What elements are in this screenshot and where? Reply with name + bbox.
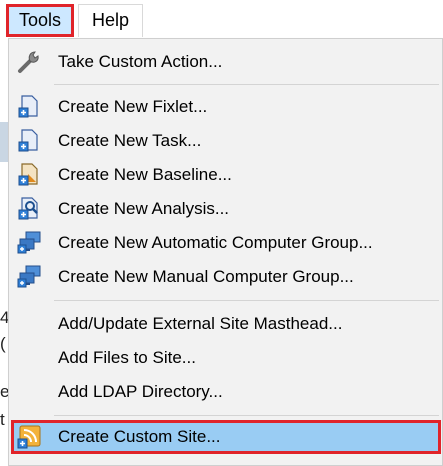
menu-item-create-new-baseline[interactable]: Create New Baseline... bbox=[11, 158, 441, 192]
menu-separator bbox=[54, 300, 439, 301]
menu-item-add-files-to-site[interactable]: Add Files to Site... bbox=[11, 341, 441, 375]
menu-tools[interactable]: Tools bbox=[6, 4, 74, 37]
background-text-fragment: t bbox=[0, 410, 5, 429]
menu-item-create-new-fixlet[interactable]: Create New Fixlet... bbox=[11, 90, 441, 124]
computer-group-icon bbox=[16, 264, 42, 290]
menu-separator bbox=[54, 415, 439, 416]
menu-item-label: Create New Task... bbox=[58, 131, 202, 150]
menu-bar: Tools Help bbox=[0, 0, 443, 38]
menu-item-create-manual-computer-group[interactable]: Create New Manual Computer Group... bbox=[11, 260, 441, 294]
fixlet-icon bbox=[16, 94, 42, 120]
computer-group-icon bbox=[16, 230, 42, 256]
menu-item-label: Take Custom Action... bbox=[58, 52, 223, 71]
menu-item-label: Create New Fixlet... bbox=[58, 97, 208, 116]
task-icon bbox=[16, 128, 42, 154]
baseline-icon bbox=[16, 162, 42, 188]
analysis-icon bbox=[16, 196, 42, 222]
wrench-icon bbox=[16, 49, 42, 75]
menu-item-create-custom-site[interactable]: Create Custom Site... bbox=[11, 420, 441, 454]
tools-dropdown-menu: Take Custom Action... Create New Fixlet.… bbox=[8, 38, 443, 466]
menu-item-label: Create New Baseline... bbox=[58, 165, 232, 184]
menu-item-label: Create New Manual Computer Group... bbox=[58, 267, 354, 286]
menu-item-label: Add/Update External Site Masthead... bbox=[58, 314, 343, 333]
menu-item-label: Add Files to Site... bbox=[58, 348, 196, 367]
menu-item-take-custom-action[interactable]: Take Custom Action... bbox=[11, 45, 441, 79]
menu-help[interactable]: Help bbox=[78, 4, 143, 37]
menu-item-label: Create New Analysis... bbox=[58, 199, 230, 218]
menu-item-create-new-analysis[interactable]: Create New Analysis... bbox=[11, 192, 441, 226]
menu-item-label: Add LDAP Directory... bbox=[58, 382, 223, 401]
menu-item-label: Create New Automatic Computer Group... bbox=[58, 233, 373, 252]
menu-item-create-automatic-computer-group[interactable]: Create New Automatic Computer Group... bbox=[11, 226, 441, 260]
menu-item-label: Create Custom Site... bbox=[58, 427, 221, 446]
custom-site-icon bbox=[16, 424, 42, 450]
menu-item-add-update-external-site-masthead[interactable]: Add/Update External Site Masthead... bbox=[11, 307, 441, 341]
background-text-fragment: ( bbox=[0, 334, 6, 353]
menu-separator bbox=[54, 84, 439, 85]
menu-item-add-ldap-directory[interactable]: Add LDAP Directory... bbox=[11, 375, 441, 409]
menu-item-create-new-task[interactable]: Create New Task... bbox=[11, 124, 441, 158]
